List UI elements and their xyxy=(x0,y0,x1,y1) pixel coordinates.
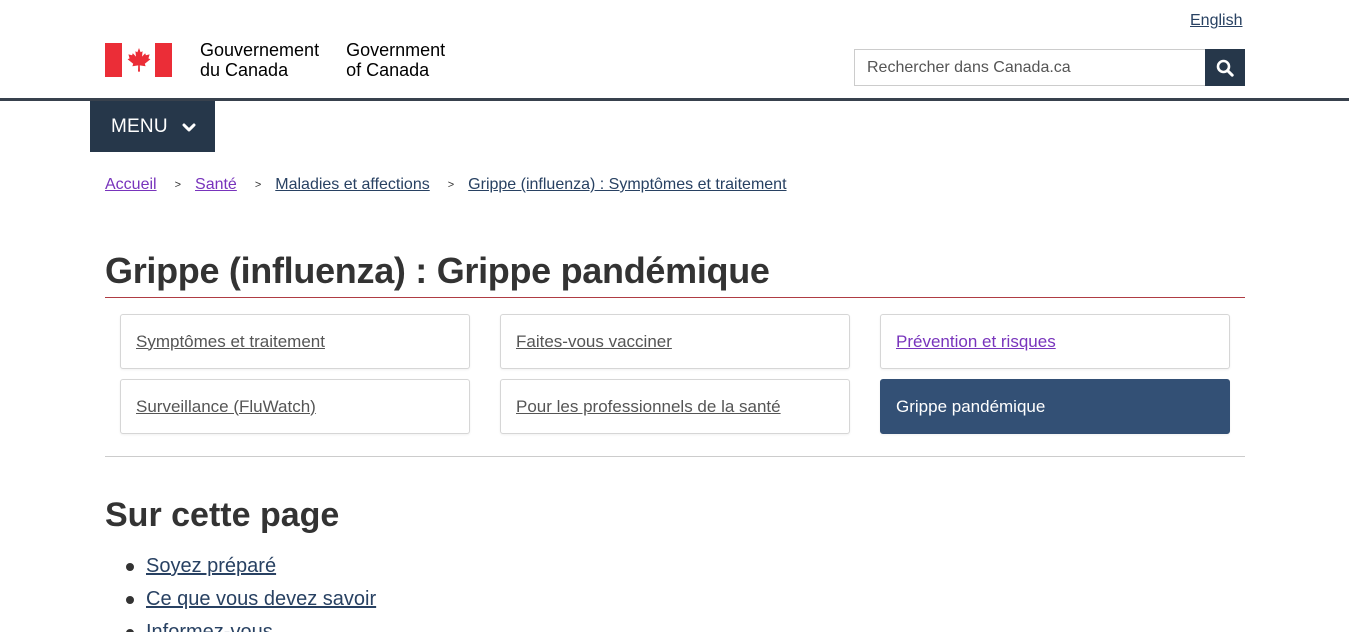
topic-nav-prevention[interactable]: Prévention et risques xyxy=(880,314,1230,369)
topic-nav-vaccination[interactable]: Faites-vous vacciner xyxy=(500,314,850,369)
bullet-icon xyxy=(126,562,134,571)
topic-nav-surveillance[interactable]: Surveillance (FluWatch) xyxy=(120,379,470,434)
list-item: Informez-vous xyxy=(105,616,376,632)
breadcrumb-link-maladies[interactable]: Maladies et affections xyxy=(275,176,429,194)
topic-nav-label: Faites-vous vacciner xyxy=(516,331,672,351)
brand-name-fr: Gouvernement du Canada xyxy=(200,40,320,80)
menu-button[interactable]: MENU xyxy=(90,101,215,152)
toc-link-informez-vous[interactable]: Informez-vous xyxy=(146,621,273,632)
topic-nav-professionnels[interactable]: Pour les professionnels de la santé xyxy=(500,379,850,434)
topic-nav-label: Surveillance (FluWatch) xyxy=(136,396,316,416)
search-button[interactable] xyxy=(1205,49,1245,86)
bullet-icon xyxy=(126,628,134,632)
title-underline xyxy=(105,297,1245,298)
topic-nav-label: Prévention et risques xyxy=(896,331,1056,351)
topic-nav-label: Symptômes et traitement xyxy=(136,331,325,351)
search-icon xyxy=(1216,59,1234,77)
on-this-page-list: Soyez préparé Ce que vous devez savoir I… xyxy=(105,550,376,632)
toc-link-ce-que-vous-devez-savoir[interactable]: Ce que vous devez savoir xyxy=(146,588,376,611)
chevron-down-icon xyxy=(182,123,196,131)
breadcrumb-link-grippe-symptomes[interactable]: Grippe (influenza) : Symptômes et traite… xyxy=(468,176,786,194)
list-item: Soyez préparé xyxy=(105,550,376,583)
search-input[interactable] xyxy=(854,49,1205,86)
list-item: Ce que vous devez savoir xyxy=(105,583,376,616)
breadcrumb-separator: > xyxy=(447,179,455,191)
section-divider xyxy=(105,456,1245,457)
site-search xyxy=(854,49,1245,86)
breadcrumb-link-sante[interactable]: Santé xyxy=(195,176,237,194)
brand-name-en: Government of Canada xyxy=(346,40,446,80)
breadcrumb-link-accueil[interactable]: Accueil xyxy=(105,176,157,194)
language-toggle-link[interactable]: English xyxy=(1190,12,1242,30)
topic-nav-label: Grippe pandémique xyxy=(896,396,1046,416)
menu-label: MENU xyxy=(111,115,168,137)
topic-nav-pandemique-active[interactable]: Grippe pandémique xyxy=(880,379,1230,434)
on-this-page-heading: Sur cette page xyxy=(105,496,340,534)
breadcrumb-separator: > xyxy=(174,179,182,191)
canada-flag-icon xyxy=(105,43,172,77)
topic-nav-symptomes[interactable]: Symptômes et traitement xyxy=(120,314,470,369)
breadcrumb-separator: > xyxy=(254,179,262,191)
topic-nav-label: Pour les professionnels de la santé xyxy=(516,396,781,416)
page-title: Grippe (influenza) : Grippe pandémique xyxy=(105,250,770,291)
government-brand[interactable]: Gouvernement du Canada Government of Can… xyxy=(105,40,445,80)
toc-link-soyez-prepare[interactable]: Soyez préparé xyxy=(146,555,276,578)
breadcrumb: Accueil > Santé > Maladies et affections… xyxy=(105,176,787,194)
bullet-icon xyxy=(126,595,134,604)
